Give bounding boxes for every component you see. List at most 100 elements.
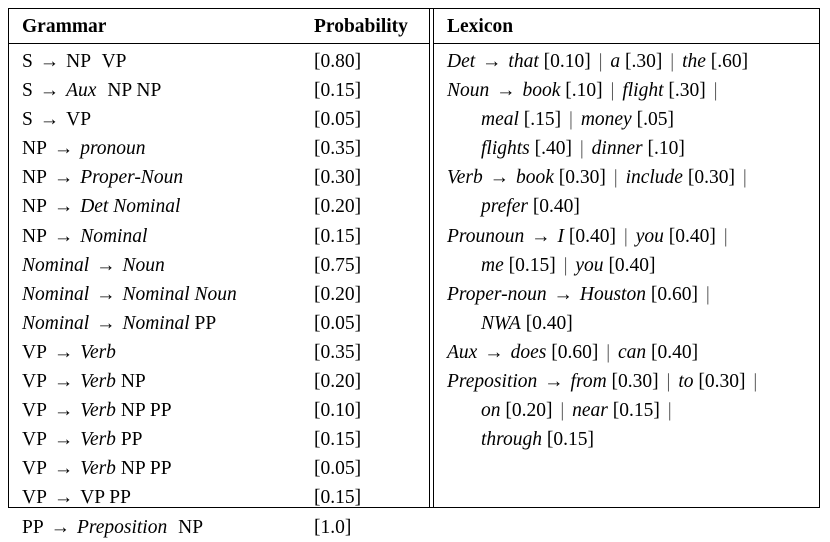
grammar-rule-row: NP → Proper-Noun [0.30] (22, 163, 429, 192)
lexicon-probability: [0.40] (608, 254, 656, 276)
rule-rhs-symbol: NP (107, 80, 132, 102)
rule-probability: [0.75] (314, 254, 362, 276)
rule-probability: [0.20] (314, 283, 362, 305)
lexicon-word: you (635, 225, 664, 247)
lexicon-rule-row: through [0.15] (447, 425, 819, 454)
page-root: Grammar Probability S → NP VP [0.80] S → Au… (0, 0, 830, 538)
lexicon-word: I (557, 225, 565, 247)
lexicon-rules-list: Det → that [0.10] | a [.30] | the [.60] N… (434, 44, 819, 454)
rule-rhs-symbol: Aux (66, 80, 97, 102)
arrow-icon: → (48, 167, 79, 189)
grammar-rule-text: VP → Verb PP (22, 425, 314, 454)
lexicon-word: include (625, 167, 683, 189)
rule-probability: [0.05] (314, 312, 362, 334)
grammar-rule-row: VP → Verb NP PP [0.05] (22, 454, 429, 483)
grammar-rule-text: NP → Proper-Noun (22, 163, 314, 192)
lexicon-word: book (522, 80, 561, 102)
lexicon-rule-row: Verb → book [0.30] | include [0.30] | (447, 163, 819, 192)
rule-rhs-symbol: Proper-Noun (80, 167, 184, 189)
alternation-bar: | (700, 283, 710, 305)
lexicon-word: a (610, 51, 621, 72)
lexicon-probability: [0.15] (612, 400, 660, 422)
lexicon-word: flight (622, 80, 664, 102)
arrow-icon: → (91, 254, 121, 276)
lexicon-probability: [0.30] (687, 167, 735, 189)
grammar-rule-row: NP → Nominal [0.15] (22, 222, 429, 251)
rule-rhs-symbol: Nominal (113, 196, 181, 218)
symbol-gap (91, 47, 97, 76)
rule-rhs-symbol: NP (66, 51, 92, 72)
rule-rhs-symbol: Nominal (122, 312, 190, 334)
grammar-rule-row: S → VP [0.05] (22, 105, 429, 134)
rule-probability: [0.10] (314, 400, 362, 422)
lexicon-rule-row: Preposition → from [0.30] | to [0.30] | (447, 367, 819, 396)
lexicon-probability: [.30] (625, 51, 663, 72)
grammar-rule-text: VP → Verb NP (22, 367, 314, 396)
grammar-rule-text: PP → Preposition NP (22, 513, 314, 542)
rule-rhs-symbol: PP (109, 487, 131, 509)
rule-rhs-symbol: Noun (194, 283, 237, 305)
lexicon-rule-row: prefer [0.40] (447, 192, 819, 221)
lexicon-word: from (570, 371, 607, 393)
arrow-icon: → (48, 371, 79, 393)
grammar-rule-row: Nominal → Nominal Noun [0.20] (22, 280, 429, 309)
lexicon-word: money (580, 109, 632, 131)
rule-rhs-symbol: Verb (80, 371, 116, 393)
lexicon-word: on (481, 400, 501, 422)
grammar-rule-text: NP → Nominal (22, 222, 314, 251)
rule-lhs: NP (22, 225, 47, 247)
grammar-rule-row: VP → Verb [0.35] (22, 338, 429, 367)
rule-rhs-symbol: Noun (122, 254, 165, 276)
lexicon-word: that (508, 51, 539, 72)
lexicon-lhs: Proper-noun (447, 283, 547, 305)
alternation-bar: | (608, 167, 623, 189)
rule-rhs-symbol: PP (149, 458, 172, 480)
lexicon-word: you (575, 254, 604, 276)
rule-probability: [0.15] (314, 225, 362, 247)
lexicon-probability: [0.15] (546, 429, 595, 451)
alternation-bar: | (661, 371, 676, 393)
rule-probability: [0.80] (314, 51, 362, 72)
arrow-icon: → (48, 341, 79, 363)
rule-rhs-symbol: NP (136, 80, 162, 102)
grammar-rule-row: S → NP VP [0.80] (22, 47, 429, 76)
grammar-rule-row: VP → Verb NP PP [0.10] (22, 396, 429, 425)
arrow-icon: → (91, 312, 121, 334)
grammar-rule-row: VP → VP PP [0.15] (22, 483, 429, 512)
rule-rhs-symbol: Verb (80, 429, 116, 451)
lexicon-rule-row: flights [.40] | dinner [.10] (447, 134, 819, 163)
alternation-bar: | (748, 371, 758, 393)
grammar-rule-row: NP → Det Nominal [0.20] (22, 192, 429, 221)
arrow-icon: → (34, 80, 65, 102)
rule-lhs: VP (22, 429, 47, 451)
rule-rhs-symbol: Verb (80, 341, 116, 363)
alternation-bar: | (708, 80, 718, 102)
lexicon-lhs: Preposition (447, 371, 538, 393)
alternation-bar: | (665, 51, 680, 72)
grammar-rule-row: S → Aux NP NP [0.15] (22, 76, 429, 105)
grammar-rule-text: S → Aux NP NP (22, 76, 314, 105)
lexicon-lhs: Verb (447, 167, 483, 189)
lexicon-word: meal (481, 109, 519, 131)
alternation-bar: | (564, 109, 578, 131)
symbol-gap (167, 513, 173, 542)
rule-lhs: VP (22, 371, 47, 393)
arrow-icon: → (48, 400, 79, 422)
lexicon-rule-row: NWA [0.40] (447, 309, 819, 338)
rule-lhs: Nominal (22, 254, 90, 276)
alternation-bar: | (601, 341, 615, 363)
rule-lhs: S (22, 51, 33, 72)
lexicon-probability: [0.40] (568, 225, 617, 247)
alternation-bar: | (605, 80, 620, 102)
rule-probability: [0.05] (314, 109, 362, 131)
lexicon-word: NWA (481, 312, 521, 334)
rule-rhs-symbol: NP (120, 458, 146, 480)
lexicon-probability: [.40] (534, 138, 573, 160)
lexicon-word: the (682, 51, 706, 72)
rule-probability: [0.15] (314, 487, 362, 509)
lexicon-lhs: Aux (447, 341, 478, 363)
rule-rhs-symbol: VP (66, 109, 92, 131)
grammar-header-row: Grammar Probability (9, 9, 429, 44)
rule-rhs-symbol: VP (101, 51, 127, 72)
lexicon-probability: [0.40] (651, 341, 699, 363)
